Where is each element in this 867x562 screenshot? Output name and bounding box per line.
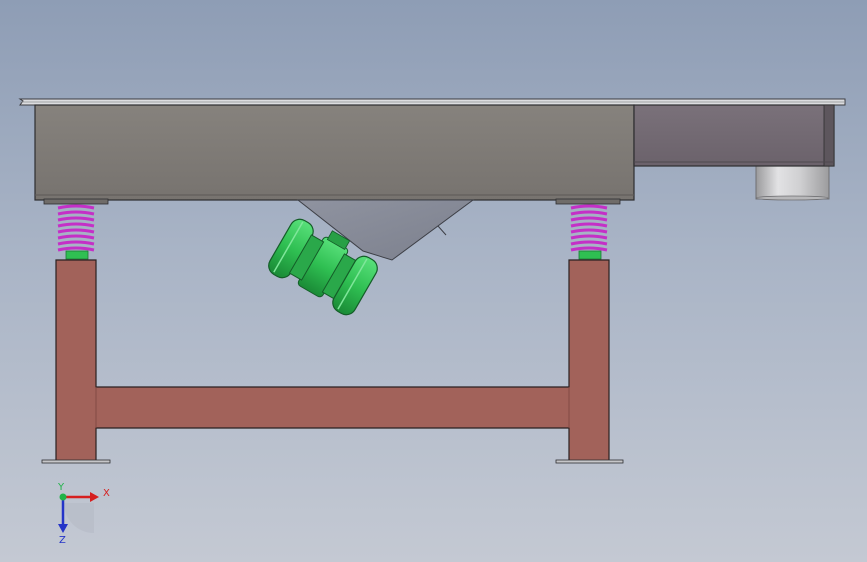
left-foot-plate[interactable] bbox=[41, 459, 111, 464]
y-axis-label: Y bbox=[57, 482, 65, 493]
coordinate-triad: X Y Z bbox=[57, 482, 110, 546]
left-spring[interactable] bbox=[43, 198, 109, 260]
z-axis-label: Z bbox=[59, 535, 66, 546]
x-axis-label: X bbox=[103, 488, 110, 499]
y-axis-arrow bbox=[59, 493, 67, 501]
right-spring[interactable] bbox=[555, 198, 621, 260]
trough-lip[interactable] bbox=[18, 98, 846, 106]
right-foot-plate[interactable] bbox=[555, 459, 624, 464]
discharge-chute[interactable] bbox=[633, 104, 835, 167]
feeder-trough[interactable] bbox=[34, 104, 635, 201]
vibrating-feeder-model[interactable]: X Y Z bbox=[0, 0, 867, 562]
cad-viewport[interactable]: X Y Z bbox=[0, 0, 867, 562]
outlet-pipe[interactable] bbox=[755, 165, 830, 201]
